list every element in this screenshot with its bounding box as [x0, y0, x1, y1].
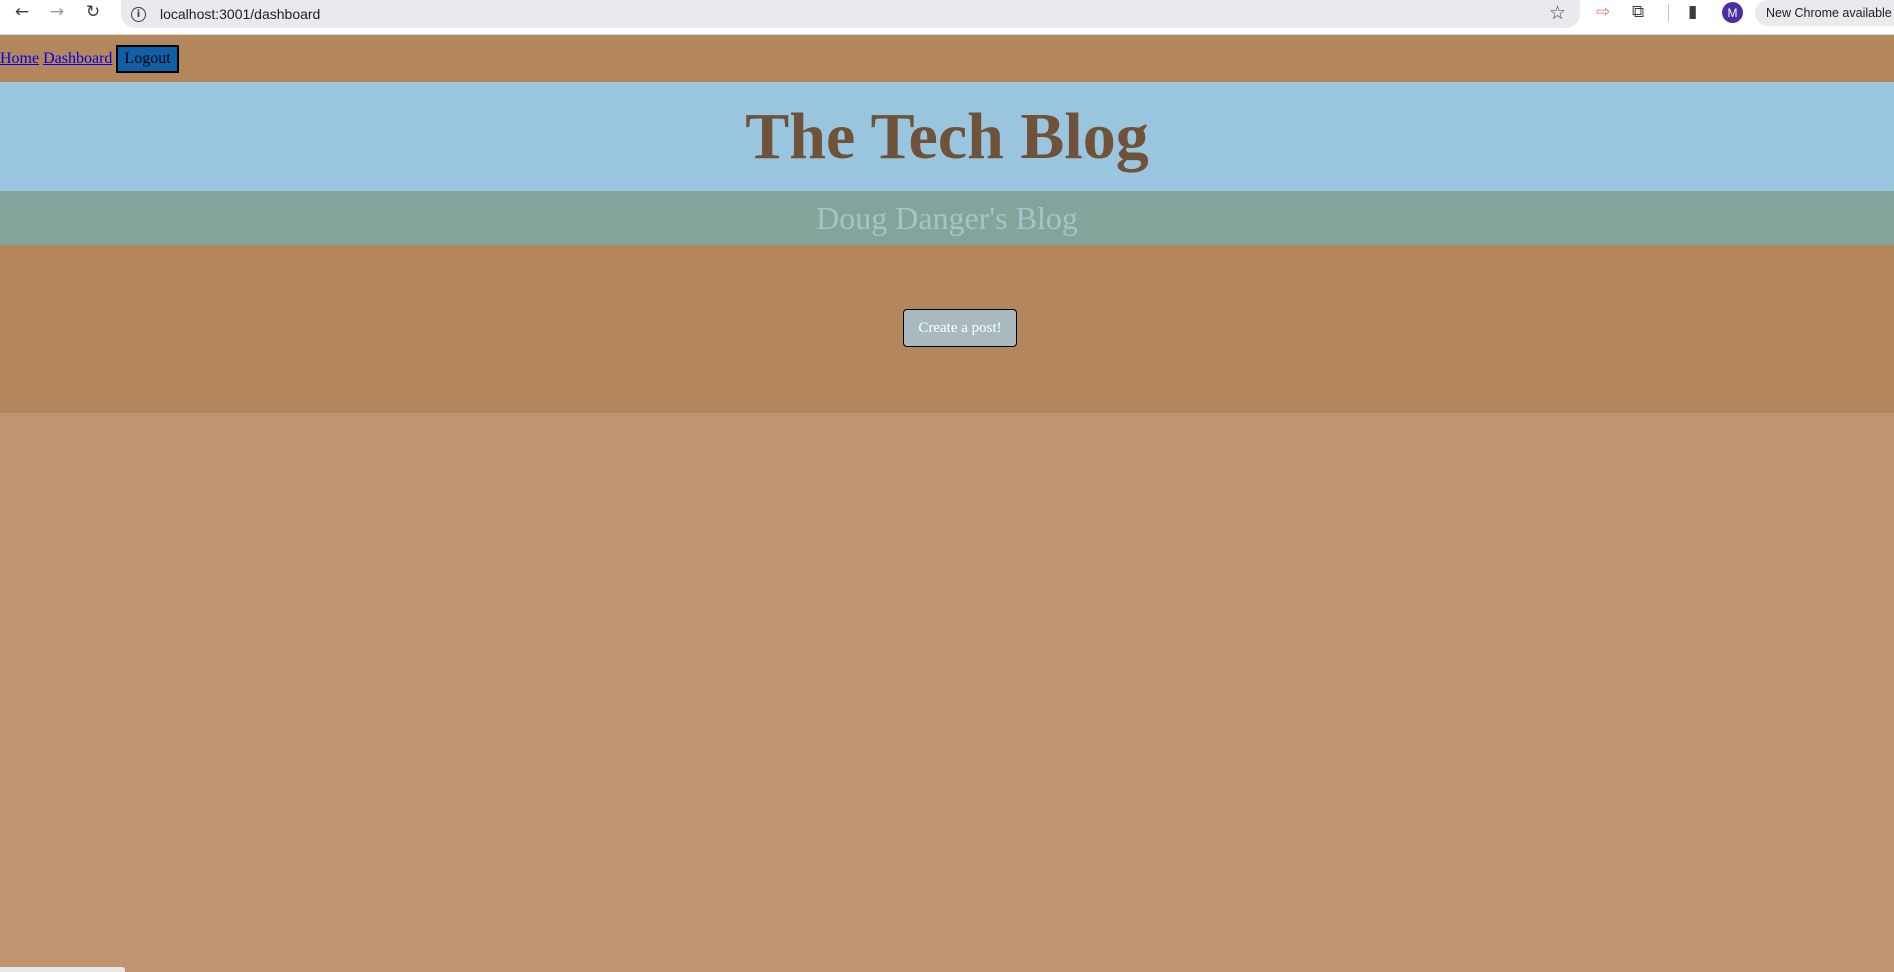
- forward-arrow-icon[interactable]: →: [41, 0, 73, 24]
- logout-button[interactable]: Logout: [116, 44, 179, 73]
- chrome-update-button[interactable]: New Chrome available: [1755, 0, 1894, 26]
- extension-icon[interactable]: ⇨: [1596, 2, 1610, 22]
- toolbar-divider: [1668, 4, 1669, 22]
- site-nav: Home Dashboard Logout: [0, 35, 1894, 82]
- site-title: The Tech Blog: [745, 99, 1149, 173]
- dashboard-actions: Create a post!: [0, 245, 1894, 413]
- blog-owner-title: Doug Danger's Blog: [816, 199, 1078, 236]
- site-info-icon[interactable]: i: [131, 6, 146, 22]
- profile-avatar[interactable]: M: [1722, 2, 1743, 23]
- reload-icon[interactable]: ↻: [77, 0, 109, 24]
- side-panel-icon[interactable]: ▮: [1688, 2, 1697, 22]
- dashboard-link[interactable]: Dashboard: [43, 50, 112, 68]
- create-post-button[interactable]: Create a post!: [903, 309, 1017, 347]
- browser-toolbar: ← → ↻ i localhost:3001/dashboard ☆ ⇨ ⧉ ▮…: [0, 0, 1894, 35]
- back-arrow-icon[interactable]: ←: [6, 0, 38, 24]
- url-text[interactable]: localhost:3001/dashboard: [160, 6, 320, 22]
- home-link[interactable]: Home: [0, 50, 39, 68]
- blog-subheader: Doug Danger's Blog: [0, 191, 1894, 245]
- horizontal-scrollbar[interactable]: [0, 967, 125, 972]
- site-header: The Tech Blog: [0, 82, 1894, 191]
- bookmark-star-icon[interactable]: ☆: [1549, 2, 1566, 24]
- extensions-puzzle-icon[interactable]: ⧉: [1632, 2, 1644, 22]
- address-bar[interactable]: i localhost:3001/dashboard ☆: [121, 0, 1580, 28]
